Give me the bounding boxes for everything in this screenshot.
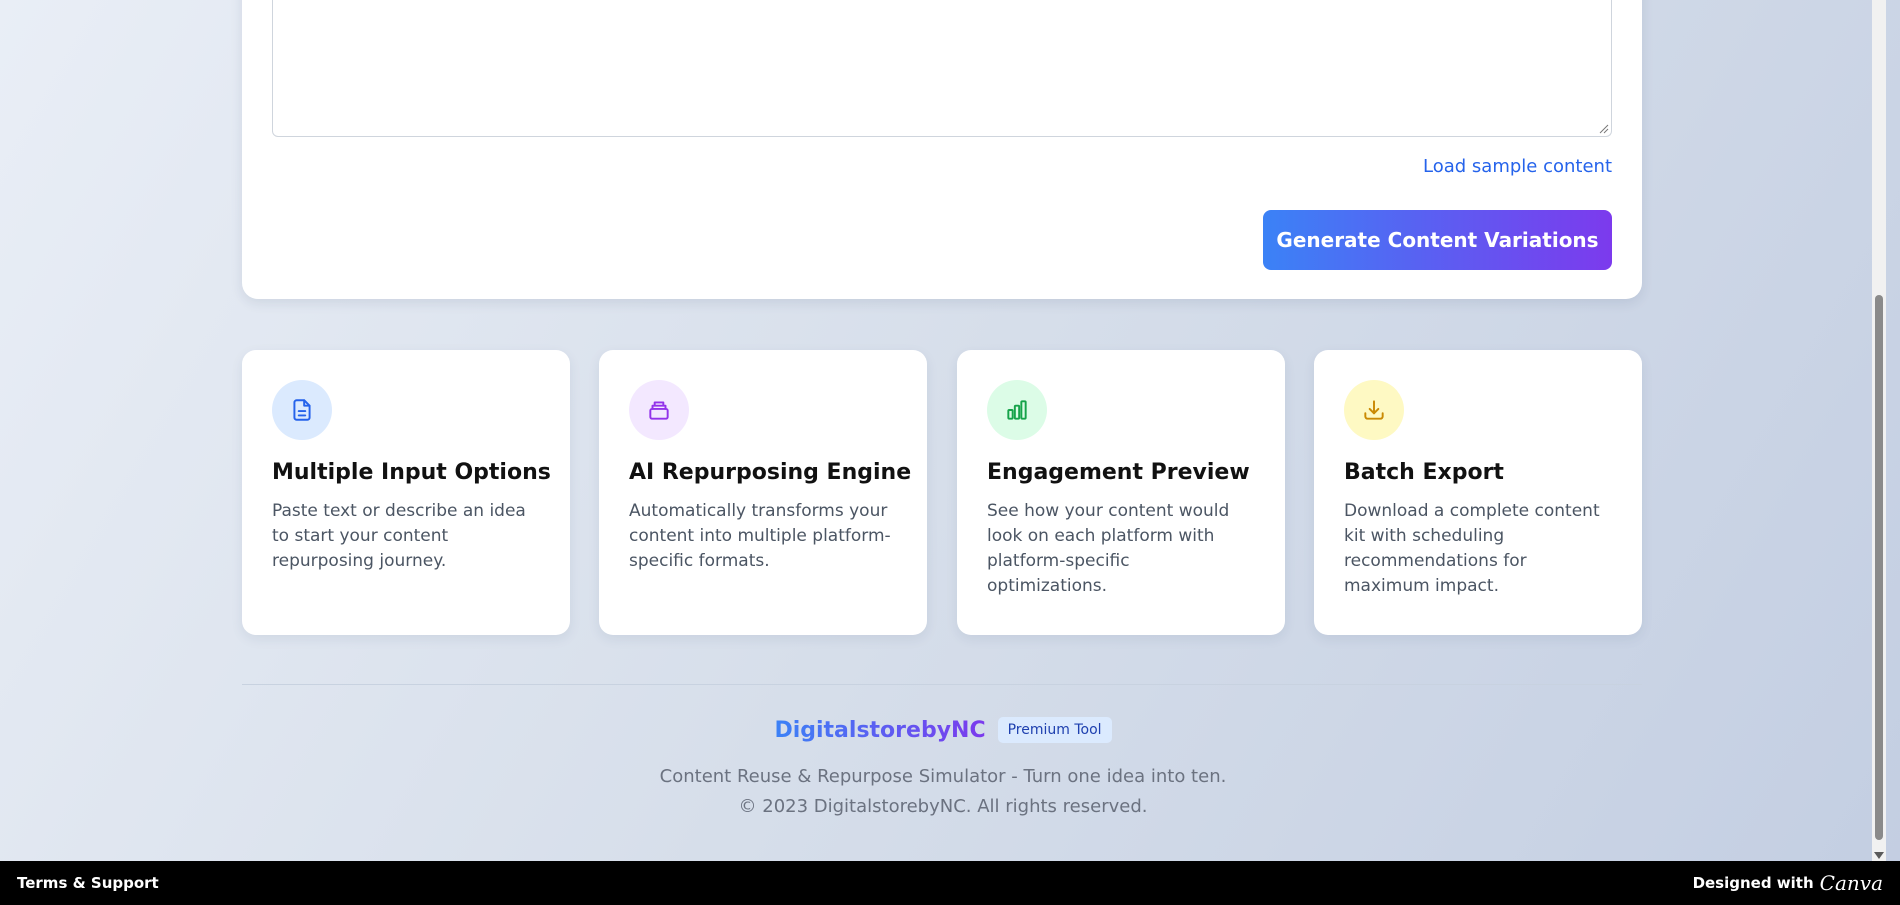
load-sample-link[interactable]: Load sample content (1423, 156, 1612, 177)
feature-description: See how your content would look on each … (987, 501, 1230, 596)
footer-copyright: © 2023 DigitalstorebyNC. All rights rese… (738, 796, 1148, 817)
download-icon (1344, 380, 1404, 440)
feature-description: Paste text or describe an idea to start … (272, 501, 526, 571)
feature-card-ai-engine: AI Repurposing Engine Automatically tran… (599, 350, 927, 635)
features-grid: Multiple Input Options Paste text or des… (242, 350, 1642, 635)
feature-card-batch-export: Batch Export Download a complete content… (1314, 350, 1642, 635)
content-textarea[interactable] (272, 0, 1612, 137)
generate-button[interactable]: Generate Content Variations (1263, 210, 1612, 270)
premium-badge: Premium Tool (997, 717, 1112, 743)
page: Load sample content Generate Content Var… (0, 0, 1886, 861)
footer-divider (242, 684, 1642, 685)
layers-icon (629, 380, 689, 440)
feature-title: Batch Export (1344, 460, 1504, 485)
footer-brand-row: DigitalstorebyNC Premium Tool (0, 717, 1886, 743)
vertical-scrollbar[interactable] (1872, 0, 1886, 861)
scrollbar-thumb[interactable] (1875, 295, 1883, 840)
document-icon (272, 380, 332, 440)
terms-support-link[interactable]: Terms & Support (17, 874, 159, 892)
bottom-bar: Terms & Support Designed with Canva (0, 861, 1900, 905)
scroll-down-arrow-icon[interactable] (1874, 852, 1884, 859)
feature-title: Engagement Preview (987, 460, 1250, 485)
feature-title: AI Repurposing Engine (629, 460, 912, 485)
feature-description: Download a complete content kit with sch… (1344, 501, 1600, 596)
feature-description: Automatically transforms your content in… (629, 501, 891, 571)
designed-with-canva[interactable]: Designed with Canva (1693, 871, 1883, 895)
designed-with-label: Designed with (1692, 874, 1814, 892)
feature-card-engagement-preview: Engagement Preview See how your content … (957, 350, 1285, 635)
feature-title: Multiple Input Options (272, 460, 551, 485)
content-input-card: Load sample content Generate Content Var… (242, 0, 1642, 299)
footer-tagline: Content Reuse & Repurpose Simulator - Tu… (659, 766, 1227, 787)
brand-name: DigitalstorebyNC (774, 717, 986, 743)
feature-card-input-options: Multiple Input Options Paste text or des… (242, 350, 570, 635)
canva-logo: Canva (1819, 871, 1883, 895)
resize-handle-icon[interactable] (1598, 123, 1609, 134)
bar-chart-icon (987, 380, 1047, 440)
